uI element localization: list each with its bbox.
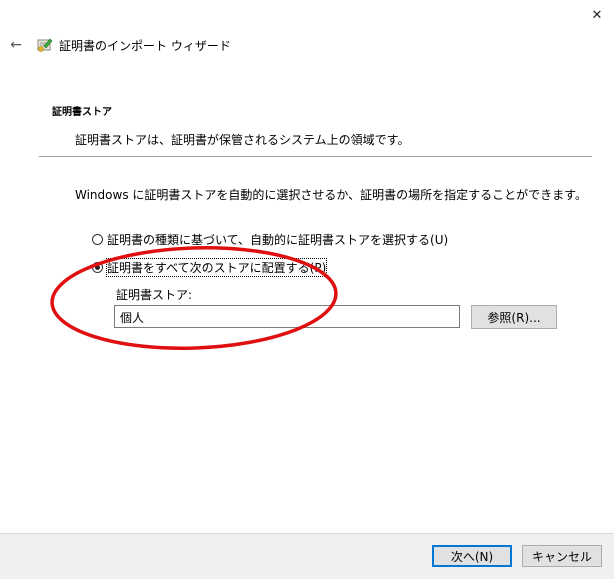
instruction-text: Windows に証明書ストアを自動的に選択させるか、証明書の場所を指定すること… (75, 188, 587, 202)
radio-manual-label: 証明書をすべて次のストアに配置する(P) (105, 258, 328, 277)
close-button[interactable]: ✕ (586, 4, 608, 26)
browse-button[interactable]: 参照(R)... (471, 305, 557, 329)
radio-button-icon[interactable] (92, 234, 103, 245)
radio-place-in-store[interactable]: 証明書をすべて次のストアに配置する(P) (92, 258, 328, 277)
back-button[interactable]: ← (6, 36, 26, 54)
section-heading: 証明書ストア (52, 107, 112, 118)
certificate-store-label: 証明書ストア: (116, 288, 193, 302)
radio-auto-label: 証明書の種類に基づいて、自動的に証明書ストアを選択する(U) (107, 233, 449, 247)
red-annotation-ellipse (50, 246, 338, 350)
next-button[interactable]: 次へ(N) (432, 545, 512, 567)
back-arrow-icon: ← (10, 37, 22, 53)
radio-auto-select-store[interactable]: 証明書の種類に基づいて、自動的に証明書ストアを選択する(U) (92, 231, 448, 248)
cancel-button[interactable]: キャンセル (522, 545, 602, 567)
certificate-store-field[interactable]: 個人 (114, 305, 460, 328)
close-icon: ✕ (591, 7, 603, 23)
radio-button-checked-icon[interactable] (92, 262, 103, 273)
header-divider (39, 156, 592, 157)
certificate-wizard-icon (36, 36, 54, 54)
wizard-title: 証明書のインポート ウィザード (59, 39, 231, 53)
section-description: 証明書ストアは、証明書が保管されるシステム上の領域です。 (75, 133, 410, 147)
